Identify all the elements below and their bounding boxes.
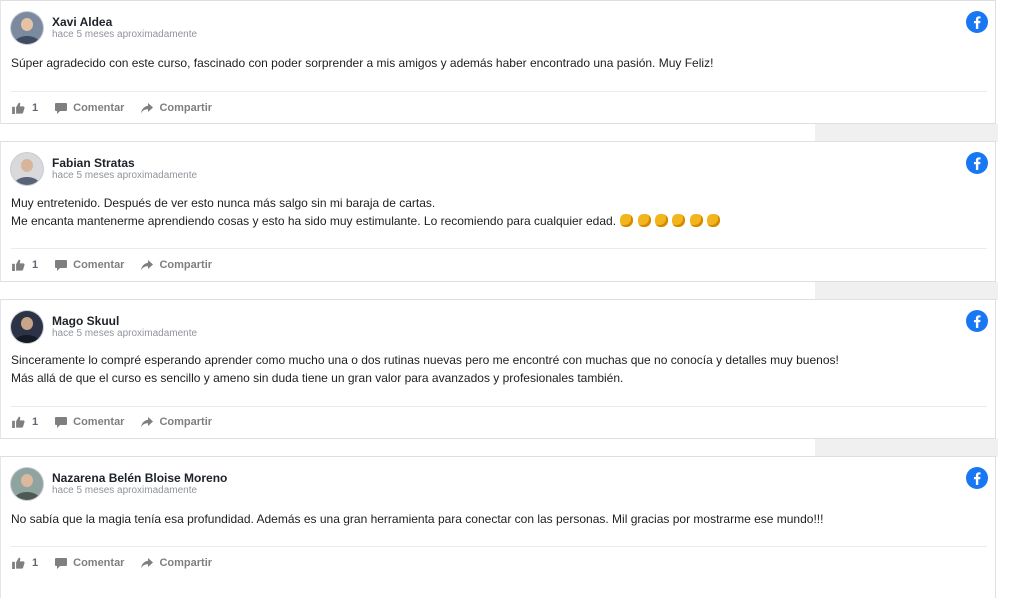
share-button[interactable]: Compartir [141, 416, 212, 428]
author-name[interactable]: Mago Skuul [52, 314, 197, 328]
clapping-hands-emoji [637, 214, 651, 227]
comment-label: Comentar [73, 259, 125, 271]
facebook-icon[interactable] [966, 310, 988, 332]
comment-icon [55, 259, 68, 271]
like-count: 1 [32, 557, 39, 569]
thumbs-up-icon [12, 557, 25, 569]
comment-button[interactable]: Comentar [55, 102, 124, 114]
thumbs-up-icon [12, 259, 25, 271]
clapping-hands-emoji [689, 214, 703, 227]
review-text: No sabía que la magia tenía esa profundi… [11, 510, 823, 528]
post-time[interactable]: hace 5 meses aproximadamente [52, 485, 227, 497]
comment-button[interactable]: Comentar [55, 259, 124, 271]
divider-strip [815, 439, 998, 457]
divider-strip [815, 124, 998, 142]
review-card: Mago Skuul hace 5 meses aproximadamente … [0, 299, 996, 439]
review-line: Más allá de que el curso es sencillo y a… [11, 371, 624, 385]
review-line: No sabía que la magia tenía esa profundi… [11, 512, 824, 526]
review-header: Nazarena Belén Bloise Moreno hace 5 mese… [11, 467, 227, 501]
author-name[interactable]: Nazarena Belén Bloise Moreno [52, 471, 227, 485]
facebook-icon[interactable] [966, 467, 988, 489]
review-header: Xavi Aldea hace 5 meses aproximadamente [11, 11, 197, 45]
share-arrow-icon [141, 259, 154, 270]
review-card: Nazarena Belén Bloise Moreno hace 5 mese… [0, 456, 996, 598]
review-card: Xavi Aldea hace 5 meses aproximadamente … [0, 0, 996, 124]
post-actions: 1 Comentar Compartir [12, 414, 229, 430]
comment-label: Comentar [73, 557, 125, 569]
post-actions: 1 Comentar Compartir [12, 100, 229, 116]
clapping-hands-emoji [620, 214, 634, 227]
like-button[interactable]: 1 [12, 557, 38, 569]
post-time[interactable]: hace 5 meses aproximadamente [52, 29, 197, 41]
comment-label: Comentar [73, 102, 125, 114]
like-count: 1 [32, 259, 39, 271]
clapping-hands-emoji [707, 214, 721, 227]
review-header: Fabian Stratas hace 5 meses aproximadame… [11, 152, 197, 186]
share-label: Compartir [159, 259, 213, 271]
divider [11, 406, 987, 407]
comment-label: Comentar [73, 416, 125, 428]
like-button[interactable]: 1 [12, 259, 38, 271]
comment-icon [55, 102, 68, 114]
review-line: Sinceramente lo compré esperando aprende… [11, 353, 839, 367]
author-name[interactable]: Fabian Stratas [52, 156, 197, 170]
like-button[interactable]: 1 [12, 102, 38, 114]
review-header: Mago Skuul hace 5 meses aproximadamente [11, 310, 197, 344]
comment-icon [55, 557, 68, 569]
share-label: Compartir [159, 416, 213, 428]
review-text: Sinceramente lo compré esperando aprende… [11, 351, 839, 387]
share-arrow-icon [141, 416, 154, 427]
comment-button[interactable]: Comentar [55, 557, 124, 569]
review-card: Fabian Stratas hace 5 meses aproximadame… [0, 141, 996, 282]
facebook-icon[interactable] [966, 11, 988, 33]
post-time[interactable]: hace 5 meses aproximadamente [52, 328, 197, 340]
share-button[interactable]: Compartir [141, 259, 212, 271]
avatar[interactable] [11, 311, 43, 343]
like-count: 1 [32, 416, 39, 428]
review-line: Súper agradecido con este curso, fascina… [11, 56, 714, 70]
share-arrow-icon [141, 102, 154, 113]
comment-icon [55, 416, 68, 428]
clapping-hands-emoji [672, 214, 686, 227]
author-name[interactable]: Xavi Aldea [52, 15, 197, 29]
share-button[interactable]: Compartir [141, 102, 212, 114]
review-text: Súper agradecido con este curso, fascina… [11, 54, 713, 72]
avatar[interactable] [11, 153, 43, 185]
share-arrow-icon [141, 557, 154, 568]
divider-strip [815, 282, 998, 300]
divider [11, 91, 987, 92]
share-button[interactable]: Compartir [141, 557, 212, 569]
share-label: Compartir [159, 102, 213, 114]
share-label: Compartir [159, 557, 213, 569]
post-actions: 1 Comentar Compartir [12, 257, 229, 273]
review-line: Me encanta mantenerme aprendiendo cosas … [11, 214, 617, 228]
avatar[interactable] [11, 12, 43, 44]
like-button[interactable]: 1 [12, 416, 38, 428]
avatar[interactable] [11, 468, 43, 500]
like-count: 1 [32, 102, 39, 114]
thumbs-up-icon [12, 102, 25, 114]
divider [11, 546, 987, 547]
comment-button[interactable]: Comentar [55, 416, 124, 428]
post-time[interactable]: hace 5 meses aproximadamente [52, 170, 197, 182]
thumbs-up-icon [12, 416, 25, 428]
review-line: Muy entretenido. Después de ver esto nun… [11, 196, 436, 210]
review-text: Muy entretenido. Después de ver esto nun… [11, 194, 721, 230]
facebook-icon[interactable] [966, 152, 988, 174]
divider [11, 248, 987, 249]
clapping-hands-emoji [655, 214, 669, 227]
post-actions: 1 Comentar Compartir [12, 555, 229, 571]
